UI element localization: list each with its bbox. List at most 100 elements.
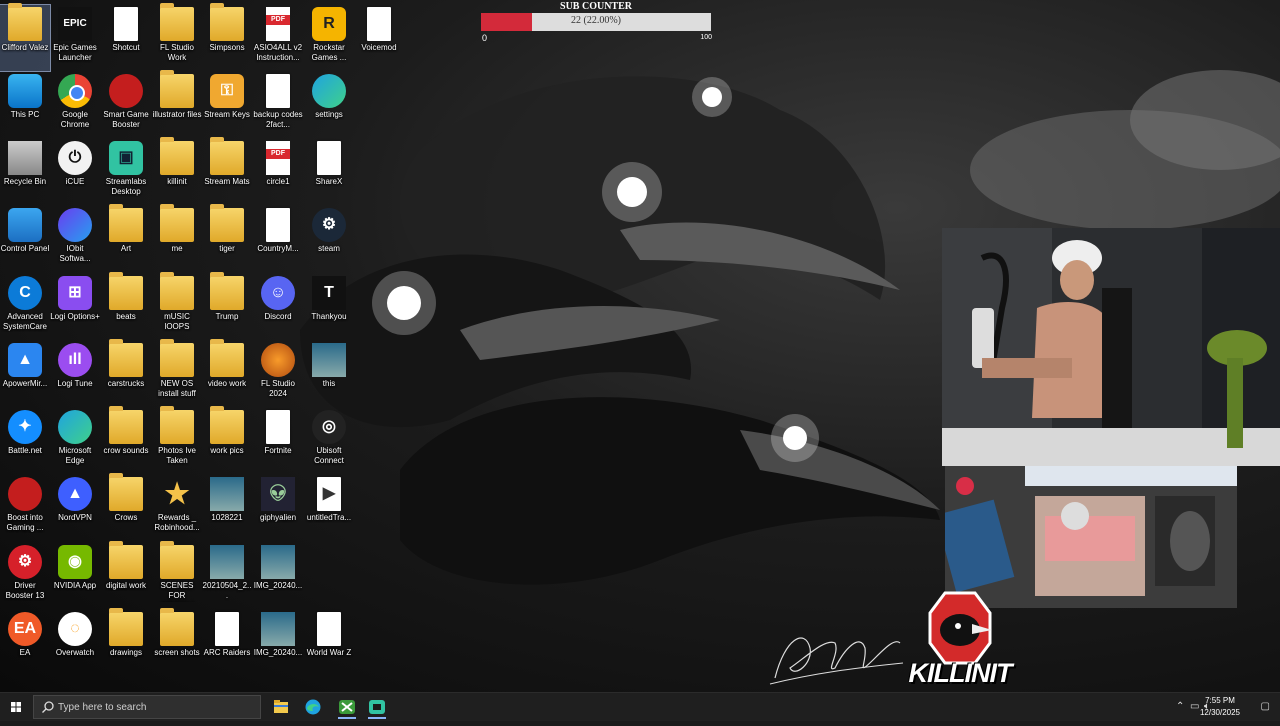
system-tray: ⌃ ▭ 🔈︎ 7:55 PM 12/30/2025 ▢ bbox=[1150, 693, 1280, 721]
desktop-icon-iobit-softwa[interactable]: IObit Softwa... bbox=[50, 206, 100, 272]
file-icon bbox=[317, 612, 341, 646]
desktop-icon-circle1[interactable]: circle1 bbox=[253, 139, 303, 205]
desktop-icon-killinit[interactable]: killinit bbox=[152, 137, 202, 205]
desktop-icon-crow-sounds[interactable]: crow sounds bbox=[101, 406, 151, 474]
desktop-icon-arc-raiders[interactable]: ARC Raiders bbox=[202, 610, 252, 676]
thankyou-image-icon: T bbox=[312, 276, 346, 310]
desktop-icon-battle-net[interactable]: ✦ Battle.net bbox=[0, 408, 50, 474]
desktop-icon-apowermir[interactable]: ▲ ApowerMir... bbox=[0, 341, 50, 407]
taskbar-search-box[interactable] bbox=[33, 695, 261, 719]
desktop-icon-fl-studio-2024[interactable]: FL Studio 2024 bbox=[253, 341, 303, 407]
desktop-icon-epic-games-launcher[interactable]: EPIC Epic Games Launcher bbox=[50, 5, 100, 71]
desktop-icon-stream-keys[interactable]: ⚿ Stream Keys bbox=[202, 72, 252, 138]
search-input[interactable] bbox=[58, 699, 254, 715]
desktop-icon-countrym[interactable]: CountryM... bbox=[253, 206, 303, 272]
desktop-icon-1028221[interactable]: 1028221 bbox=[202, 475, 252, 541]
desktop-icon-asio4all-v2-instruction[interactable]: ASIO4ALL v2 Instruction... bbox=[253, 5, 303, 71]
clock-time[interactable]: 7:55 PM bbox=[1200, 696, 1240, 705]
desktop-icon-fortnite[interactable]: Fortnite bbox=[253, 408, 303, 474]
edge-icon bbox=[305, 699, 321, 715]
desktop-icon-this-pc[interactable]: This PC bbox=[0, 72, 50, 138]
desktop-icon-rockstar-games[interactable]: R Rockstar Games ... bbox=[304, 5, 354, 71]
desktop-icon-digital-work[interactable]: digital work bbox=[101, 541, 151, 609]
desktop-icon-stream-mats[interactable]: Stream Mats bbox=[202, 137, 252, 205]
streamlabs-icon bbox=[369, 700, 385, 714]
desktop-icon-logi-options[interactable]: ⊞ Logi Options+ bbox=[50, 274, 100, 340]
recycle-bin-icon bbox=[8, 141, 42, 175]
desktop-icon-google-chrome[interactable]: Google Chrome bbox=[50, 72, 100, 138]
desktop-icon-recycle-bin[interactable]: Recycle Bin bbox=[0, 139, 50, 205]
desktop-icon-this[interactable]: this bbox=[304, 341, 354, 407]
chevron-up-icon[interactable]: ⌃ bbox=[1176, 701, 1184, 712]
desktop-icon-label: Epic Games Launcher bbox=[53, 43, 97, 62]
desktop-icon-work-pics[interactable]: work pics bbox=[202, 406, 252, 474]
desktop-icon-img-20240[interactable]: IMG_20240... bbox=[253, 610, 303, 676]
folder-icon bbox=[210, 137, 244, 175]
desktop-icon-art[interactable]: Art bbox=[101, 204, 151, 272]
desktop-icon-nordvpn[interactable]: ▲ NordVPN bbox=[50, 475, 100, 541]
desktop-icon-label: ARC Raiders bbox=[203, 648, 251, 657]
iobit-icon bbox=[58, 208, 92, 242]
desktop-icon-crows[interactable]: Crows bbox=[101, 473, 151, 541]
desktop-icon-steam[interactable]: ⚙ steam bbox=[304, 206, 354, 272]
desktop-icon-simpsons[interactable]: Simpsons bbox=[202, 3, 252, 71]
desktop-icon-driver-booster-13[interactable]: ⚙ Driver Booster 13 bbox=[0, 543, 50, 609]
clock-date[interactable]: 12/30/2025 bbox=[1198, 708, 1242, 717]
desktop-icon-tiger[interactable]: tiger bbox=[202, 204, 252, 272]
desktop-icon-screen-shots[interactable]: screen shots bbox=[152, 608, 202, 676]
desktop-icon-world-war-z[interactable]: World War Z bbox=[304, 610, 354, 676]
desktop-icon-rewards-robinhood[interactable]: ★ Rewards _ Robinhood... bbox=[152, 475, 202, 541]
desktop-icon-illustrator-files[interactable]: illustrator files bbox=[152, 70, 202, 138]
desktop-icon-clifford-valez[interactable]: Clifford Valez bbox=[0, 3, 51, 72]
desktop-icon-ubisoft-connect[interactable]: ◎ Ubisoft Connect bbox=[304, 408, 354, 474]
epic-games-icon: EPIC bbox=[58, 7, 92, 41]
desktop-icon-label: Smart Game Booster bbox=[103, 110, 149, 129]
desktop-icon-me[interactable]: me bbox=[152, 204, 202, 272]
desktop-icon-fl-studio-work[interactable]: FL Studio Work bbox=[152, 3, 202, 71]
desktop-icon-nvidia-app[interactable]: ◉ NVIDIA App bbox=[50, 543, 100, 609]
desktop-icon-img-20240[interactable]: IMG_20240... bbox=[253, 543, 303, 609]
desktop-icon-shotcut[interactable]: Shotcut bbox=[101, 5, 151, 71]
file-icon bbox=[266, 208, 290, 242]
desktop-icon-thankyou[interactable]: T Thankyou bbox=[304, 274, 354, 340]
keys-icon: ⚿ bbox=[210, 74, 244, 108]
desktop-icon-discord[interactable]: ☺ Discord bbox=[253, 274, 303, 340]
desktop-icon-music-loops[interactable]: mUSIC lOOPS bbox=[152, 272, 202, 340]
desktop-icon-trump[interactable]: Trump bbox=[202, 272, 252, 340]
desktop-icon-ea[interactable]: EA EA bbox=[0, 610, 50, 676]
desktop-icon-scenes-for-stream[interactable]: SCENES FOR STREAM bbox=[152, 541, 202, 609]
desktop-icon-advanced-systemcare[interactable]: C Advanced SystemCare bbox=[0, 274, 50, 340]
taskbar-streamlabs[interactable] bbox=[362, 695, 392, 719]
desktop-icon-drawings[interactable]: drawings bbox=[101, 608, 151, 676]
desktop-icon-settings[interactable]: settings bbox=[304, 72, 354, 138]
desktop-icon-label: illustrator files bbox=[152, 110, 202, 119]
desktop-icon-carstrucks[interactable]: carstrucks bbox=[101, 339, 151, 407]
desktop-icon-smart-game-booster[interactable]: Smart Game Booster bbox=[101, 72, 151, 138]
taskbar-xbox[interactable] bbox=[332, 695, 362, 719]
desktop-icon-sharex[interactable]: ShareX bbox=[304, 139, 354, 205]
desktop-icon-logi-tune[interactable]: ıll Logi Tune bbox=[50, 341, 100, 407]
desktop-icon-streamlabs-desktop[interactable]: ▣ Streamlabs Desktop bbox=[101, 139, 151, 205]
notifications-icon[interactable]: ▢ bbox=[1261, 701, 1270, 712]
taskbar-edge[interactable] bbox=[298, 695, 328, 719]
desktop-icon-label: ASIO4ALL v2 Instruction... bbox=[253, 43, 303, 62]
desktop-icon-photos-ive-taken[interactable]: Photos Ive Taken bbox=[152, 406, 202, 474]
desktop-icon-microsoft-edge[interactable]: Microsoft Edge bbox=[50, 408, 100, 474]
start-button[interactable] bbox=[0, 693, 32, 721]
desktop-icon-boost-into-gaming[interactable]: Boost into Gaming ... bbox=[0, 475, 50, 541]
desktop-icon-untitledtra[interactable]: ▶ untitledTra... bbox=[304, 475, 354, 541]
desktop-icon-icue[interactable]: ⏻ iCUE bbox=[50, 139, 100, 205]
desktop-icon-beats[interactable]: beats bbox=[101, 272, 151, 340]
desktop-icon-label: Clifford Valez bbox=[1, 43, 49, 52]
desktop-icon-overwatch[interactable]: ◌ Overwatch bbox=[50, 610, 100, 676]
desktop-icon-backup-codes-2fact[interactable]: backup codes 2fact... bbox=[253, 72, 303, 138]
desktop-icon-20210504-2[interactable]: 20210504_2... bbox=[202, 543, 252, 609]
desktop-icon-giphyalien[interactable]: 👽︎ giphyalien bbox=[253, 475, 303, 541]
desktop-icon-label: Trump bbox=[215, 312, 239, 321]
taskbar-file-explorer[interactable] bbox=[266, 695, 296, 719]
desktop-icon-video-work[interactable]: video work bbox=[202, 339, 252, 407]
desktop-icon-voicemod[interactable]: Voicemod bbox=[354, 5, 404, 71]
desktop-icon-label: screen shots bbox=[154, 648, 200, 657]
desktop-icon-new-os-install-stuff[interactable]: NEW OS install stuff bbox=[152, 339, 202, 407]
desktop-icon-control-panel[interactable]: Control Panel bbox=[0, 206, 50, 272]
